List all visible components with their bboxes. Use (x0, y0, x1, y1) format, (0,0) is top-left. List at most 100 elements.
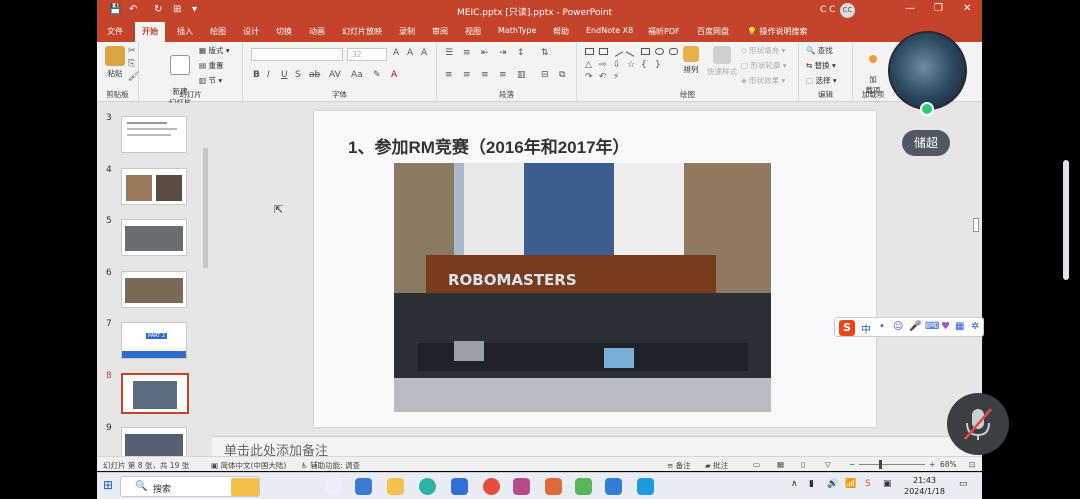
team-photo[interactable]: ROBOMASTERS (394, 163, 771, 412)
increase-indent-icon[interactable]: ⇥ (499, 48, 507, 58)
shape-fill-button[interactable]: ◇ 形状填充 ▾ (741, 45, 785, 56)
app-icon[interactable] (545, 478, 562, 495)
comments-button[interactable]: ▰ 批注 (705, 460, 728, 471)
chrome-icon[interactable] (483, 478, 500, 495)
shape-brace[interactable]: { (641, 60, 647, 70)
align-center-icon[interactable]: ≡ (463, 70, 471, 80)
accessibility-indicator[interactable]: ♿ 辅助功能: 调查 (301, 460, 360, 471)
underline-icon[interactable]: U (281, 70, 288, 80)
align-left-icon[interactable]: ≡ (445, 70, 453, 80)
layout-button[interactable]: ▦ 版式 ▾ (199, 45, 230, 56)
ime-toolbar[interactable]: S 中 • ☺ 🎤 ⌨ ♥ ▦ ✲ (834, 317, 984, 337)
highlight-icon[interactable]: ✎ (373, 70, 381, 80)
thumbnail-scrollbar[interactable] (201, 108, 210, 458)
notes-button[interactable]: ≡ 备注 (667, 460, 691, 471)
ime-tray-icon[interactable]: S (865, 479, 871, 489)
punctuation-icon[interactable]: • (879, 321, 885, 332)
zoom-in-icon[interactable]: + (929, 460, 935, 469)
tab-insert[interactable]: 插入 (177, 26, 193, 37)
scroll-thumb[interactable] (203, 148, 208, 268)
app-icon[interactable] (575, 478, 592, 495)
columns-icon[interactable]: ▥ (517, 70, 526, 80)
shape-rect[interactable] (641, 48, 650, 55)
restore-icon[interactable]: ❐ (934, 3, 943, 14)
slide-thumbnail[interactable]: PART 2 (121, 322, 187, 359)
justify-icon[interactable]: ≡ (499, 70, 507, 80)
mute-button[interactable] (947, 393, 1009, 455)
zoom-out-icon[interactable]: − (849, 460, 855, 469)
network-icon[interactable]: 📶 (845, 479, 856, 489)
task-view-icon[interactable] (325, 478, 342, 495)
toolbox-icon[interactable]: ▦ (955, 321, 964, 332)
tab-review[interactable]: 审阅 (432, 26, 448, 37)
quick-styles-button[interactable]: 快速样式 (705, 46, 739, 77)
font-name-box[interactable] (251, 48, 343, 61)
line-spacing-icon[interactable]: ↕ (517, 48, 525, 58)
ime-mode[interactable]: 中 (861, 321, 871, 336)
shape-outline-button[interactable]: □ 形状轮廓 ▾ (741, 60, 787, 71)
tray-chevron-icon[interactable]: ∧ (791, 479, 798, 489)
app-icon[interactable] (513, 478, 530, 495)
shape-effects-button[interactable]: ◈ 形状效果 ▾ (741, 75, 785, 86)
bullets-icon[interactable]: ☰ (445, 48, 453, 58)
reading-view-icon[interactable]: ▯ (801, 460, 805, 469)
tray-icon[interactable]: ▣ (883, 479, 892, 489)
shape-rounded-rect[interactable] (669, 48, 678, 55)
app-icon[interactable] (605, 478, 622, 495)
align-right-icon[interactable]: ≡ (481, 70, 489, 80)
tab-mathtype[interactable]: MathType (498, 26, 536, 35)
slide-thumbnail-selected[interactable] (121, 373, 189, 414)
tab-file[interactable]: 文件 (107, 26, 123, 37)
tab-transitions[interactable]: 切换 (276, 26, 292, 37)
tab-view[interactable]: 视图 (465, 26, 481, 37)
browser-icon[interactable] (419, 478, 436, 495)
slide-canvas[interactable]: 1、参加RM竞赛（2016年和2017年） ROBOMASTERS (314, 111, 876, 427)
align-text-icon[interactable]: ⊟ (541, 70, 549, 80)
voice-input-icon[interactable]: 🎤 (909, 321, 921, 332)
battery-icon[interactable]: ▮ (809, 479, 814, 489)
char-spacing-icon[interactable]: AV (329, 70, 341, 80)
skin-icon[interactable]: ♥ (941, 321, 950, 332)
notification-icon[interactable]: ▭ (959, 479, 968, 489)
avatar[interactable]: CC (840, 3, 855, 18)
redo-icon[interactable]: ↻ (154, 4, 162, 15)
app-icon[interactable] (637, 478, 654, 495)
replace-button[interactable]: ⇆ 替换 ▾ (806, 60, 836, 71)
copy-icon[interactable]: ⎘ (128, 59, 135, 69)
shape-triangle[interactable]: △ (585, 60, 592, 70)
tab-design[interactable]: 设计 (243, 26, 259, 37)
shadow-icon[interactable]: S (295, 70, 301, 80)
tab-record[interactable]: 录制 (399, 26, 415, 37)
emoji-icon[interactable]: ☺ (893, 321, 903, 332)
shape-curve[interactable]: ↷ (585, 72, 593, 82)
paste-button[interactable]: 粘贴 (103, 46, 127, 79)
tab-draw[interactable]: 绘图 (210, 26, 226, 37)
shape-arrow[interactable]: ⇨ (599, 60, 607, 70)
tab-foxit-pdf[interactable]: 福昕PDF (648, 26, 680, 37)
fit-to-window-icon[interactable]: ⊡ (969, 460, 975, 469)
slideshow-icon[interactable]: ▽ (825, 460, 831, 469)
shape-brace[interactable]: } (655, 60, 661, 70)
start-from-beginning-icon[interactable]: ⊞ (173, 4, 181, 15)
windows-start-icon[interactable]: ⊞ (103, 478, 113, 492)
shape-line[interactable] (625, 46, 638, 57)
find-button[interactable]: 🔍 查找 (806, 45, 833, 56)
volume-icon[interactable]: 🔊 (827, 479, 838, 489)
change-case-icon[interactable]: Aa (351, 70, 363, 80)
select-button[interactable]: ⬚ 选择 ▾ (806, 75, 837, 86)
strikethrough-icon[interactable]: ab (309, 70, 320, 80)
slide-thumbnail[interactable] (121, 427, 187, 456)
decrease-font-icon[interactable]: A (407, 48, 413, 58)
slide-thumbnail[interactable] (121, 168, 187, 205)
decrease-indent-icon[interactable]: ⇤ (481, 48, 489, 58)
tab-animations[interactable]: 动画 (309, 26, 325, 37)
taskbar-search[interactable]: 🔍 搜索 (120, 476, 260, 497)
shape-curve[interactable]: ↶ (599, 72, 607, 82)
font-size-box[interactable]: 32 (347, 48, 387, 61)
tab-slideshow[interactable]: 幻灯片放映 (342, 26, 382, 37)
slide-thumbnail[interactable] (121, 271, 187, 308)
numbering-icon[interactable]: ≡ (463, 48, 471, 58)
close-icon[interactable]: ✕ (963, 3, 971, 14)
reset-button[interactable]: ▤ 重置 (199, 60, 223, 71)
slide-thumbnail[interactable] (121, 219, 187, 256)
